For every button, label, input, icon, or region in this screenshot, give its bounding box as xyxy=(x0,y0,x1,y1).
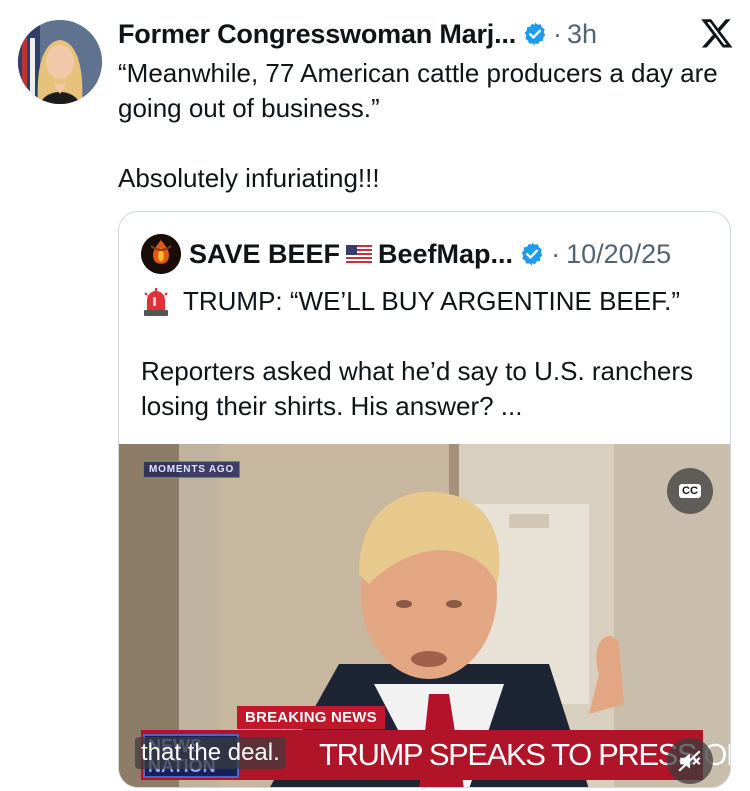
mute-button[interactable] xyxy=(667,738,713,784)
verified-badge-icon xyxy=(521,242,543,266)
quoted-author-avatar[interactable] xyxy=(141,234,181,274)
tweet-separator: · xyxy=(553,18,562,49)
quoted-date[interactable]: 10/20/25 xyxy=(566,239,671,270)
author-name[interactable]: Former Congresswoman Marj... xyxy=(118,19,516,50)
captions-button[interactable]: CC xyxy=(667,468,713,514)
tweet-header: Former Congresswoman Marj... · 3h xyxy=(118,14,730,54)
siren-icon xyxy=(144,287,168,316)
quoted-text-line: TRUMP: “WE’LL BUY ARGENTINE BEEF.” xyxy=(183,286,680,316)
tweet-text-line: Absolutely infuriating!!! xyxy=(118,163,380,193)
quoted-tweet-text: TRUMP: “WE’LL BUY ARGENTINE BEEF.” Repor… xyxy=(141,284,716,424)
quoted-text-line: Reporters asked what he’d say to U.S. ra… xyxy=(141,356,694,421)
quoted-author-handle[interactable]: BeefMap... xyxy=(378,239,513,270)
cc-icon: CC xyxy=(679,484,701,498)
video-caption: that the deal. xyxy=(135,737,286,769)
tweet-text-line: “Meanwhile, 77 American cattle producers… xyxy=(118,58,718,123)
quoted-author-name[interactable]: SAVE BEEF xyxy=(189,239,340,270)
video-player[interactable]: MOMENTS AGO CC BREAKING NEWS NEWS NATION… xyxy=(119,444,730,787)
breaking-news-label: BREAKING NEWS xyxy=(237,706,385,729)
quoted-tweet-header: SAVE BEEF BeefMap... · 10/20/25 xyxy=(141,234,720,274)
moments-ago-badge: MOMENTS AGO xyxy=(143,461,241,478)
x-logo-icon[interactable] xyxy=(700,16,734,50)
tweet-time[interactable]: 3h xyxy=(567,19,597,50)
quoted-separator: · xyxy=(551,238,561,269)
verified-badge-icon xyxy=(524,22,546,46)
us-flag-icon xyxy=(346,245,373,263)
quoted-tweet-card[interactable]: SAVE BEEF BeefMap... · 10/20/25 TRUMP: “… xyxy=(118,211,731,788)
author-avatar[interactable] xyxy=(18,20,102,104)
tweet-text: “Meanwhile, 77 American cattle producers… xyxy=(118,56,718,196)
mute-icon xyxy=(678,750,701,772)
